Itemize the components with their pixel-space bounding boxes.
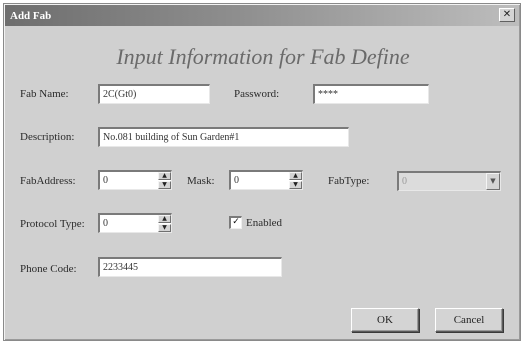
mask-value: 0	[234, 175, 239, 186]
window-title: Add Fab	[10, 9, 52, 22]
spin-down-icon[interactable]: ▼	[158, 181, 171, 189]
fab-address-spinner[interactable]: 0 ▲ ▼	[98, 170, 172, 190]
cancel-button[interactable]: Cancel	[435, 308, 503, 332]
add-fab-dialog: Add Fab ✕ Input Information for Fab Defi…	[3, 3, 521, 341]
fab-type-label: FabType:	[328, 175, 370, 187]
phone-code-input[interactable]: 2233445	[98, 257, 282, 277]
enabled-checkbox[interactable]: ✓	[229, 216, 242, 229]
password-label: Password:	[234, 88, 280, 100]
form-heading: Input Information for Fab Define	[116, 44, 410, 69]
mask-spinner[interactable]: 0 ▲ ▼	[229, 170, 303, 190]
spin-down-icon[interactable]: ▼	[289, 181, 302, 189]
title-bar[interactable]: Add Fab ✕	[5, 5, 519, 26]
description-label: Description:	[20, 131, 75, 143]
ok-button[interactable]: OK	[351, 308, 419, 332]
fab-type-value: 0	[402, 176, 407, 187]
spin-up-icon[interactable]: ▲	[158, 215, 171, 223]
spin-up-icon[interactable]: ▲	[289, 172, 302, 180]
protocol-type-label: Protocol Type:	[20, 218, 85, 230]
phone-code-label: Phone Code:	[20, 263, 77, 275]
description-input[interactable]: No.081 building of Sun Garden#1	[98, 127, 349, 147]
password-input[interactable]: ****	[313, 84, 429, 104]
fab-address-label: FabAddress:	[20, 175, 76, 187]
close-icon[interactable]: ✕	[499, 8, 515, 22]
fab-name-input[interactable]: 2C(Gt0)	[98, 84, 210, 104]
enabled-label[interactable]: Enabled	[246, 217, 282, 229]
chevron-down-icon: ▼	[486, 173, 500, 190]
protocol-type-spinner[interactable]: 0 ▲ ▼	[98, 213, 172, 233]
fab-type-dropdown: 0 ▼	[397, 171, 501, 191]
protocol-type-value: 0	[103, 218, 108, 229]
fab-name-label: Fab Name:	[20, 88, 69, 100]
spin-down-icon[interactable]: ▼	[158, 224, 171, 232]
fab-address-value: 0	[103, 175, 108, 186]
spin-up-icon[interactable]: ▲	[158, 172, 171, 180]
mask-label: Mask:	[187, 175, 215, 187]
